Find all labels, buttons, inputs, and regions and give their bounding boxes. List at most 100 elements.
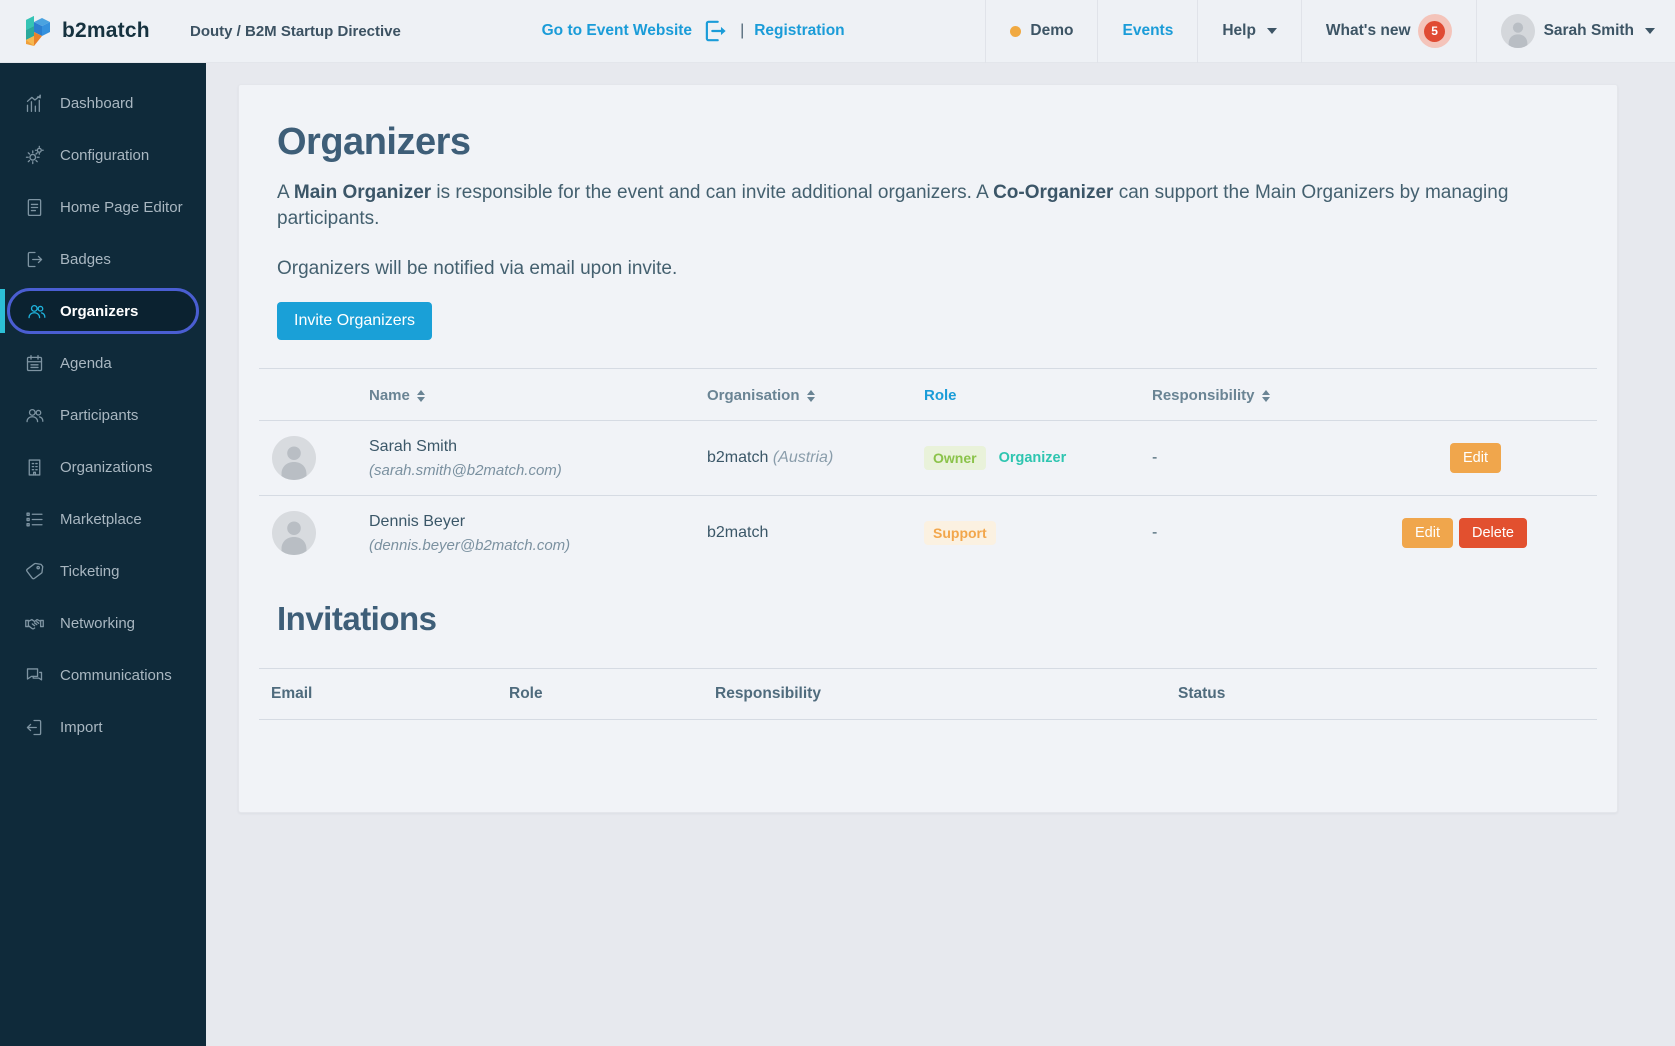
avatar [272,511,316,556]
sidebar-item-communications[interactable]: Communications [0,649,206,701]
go-to-event-website-link[interactable]: Go to Event Website [542,22,692,40]
sidebar-item-label: Ticketing [60,562,120,580]
column-header-status: Status [1178,685,1226,703]
name-cell: Sarah Smith (sarah.smith@b2match.com) [369,438,707,479]
sidebar-item-label: Communications [60,666,172,684]
sidebar-item-label: Networking [60,614,136,632]
responsibility-cell: - [1152,449,1158,467]
link-separator: | [740,22,745,39]
events-nav[interactable]: Events [1098,0,1197,62]
sort-icon [1261,389,1270,402]
column-header-email: Email [271,685,313,703]
people-icon [25,300,47,322]
sidebar-item-configuration[interactable]: Configuration [0,129,206,181]
bar-chart-icon [23,92,45,114]
top-header: b2match Douty / B2M Startup Directive Go… [0,0,1675,63]
sidebar-item-organizations[interactable]: Organizations [0,441,206,493]
sidebar-item-organizers[interactable]: Organizers [7,288,199,334]
help-menu[interactable]: Help [1198,0,1301,62]
invitations-title: Invitations [277,600,437,638]
organizer-role-label: Organizer [998,450,1067,467]
page-title: Organizers [277,121,471,163]
invitations-table: Email Role Responsibility Status [259,668,1597,721]
tag-icon [23,560,45,582]
sort-icon [416,389,425,402]
support-badge: Support [924,521,996,546]
badge-export-icon [23,248,45,270]
b2match-logo-icon [22,14,52,48]
breadcrumb: Douty / B2M Startup Directive [190,22,401,40]
row-avatar-cell [259,436,369,481]
column-header-role[interactable]: Role [924,387,1152,404]
organizer-email: (dennis.beyer@b2match.com) [369,536,571,554]
chevron-down-icon [1266,28,1277,34]
delete-button[interactable]: Delete [1459,518,1527,549]
sidebar-item-marketplace[interactable]: Marketplace [0,493,206,545]
people-icon [23,404,45,426]
whats-new-label: What's new [1325,22,1411,39]
organizer-name: Dennis Beyer [369,512,466,530]
role-cell: Support [924,521,1152,546]
owner-badge: Owner [924,446,986,471]
sidebar-item-networking[interactable]: Networking [0,597,206,649]
column-header-organisation[interactable]: Organisation [707,387,924,404]
sidebar-item-participants[interactable]: Participants [0,389,206,441]
organizer-email: (sarah.smith@b2match.com) [369,461,562,479]
invite-organizers-button[interactable]: Invite Organizers [277,302,432,341]
column-header-role: Role [509,685,543,703]
user-menu[interactable]: Sarah Smith [1477,0,1675,62]
external-link-icon [702,18,728,44]
avatar [272,436,316,481]
sort-icon [806,389,815,402]
sidebar-item-label: Dashboard [60,94,134,112]
notification-count-badge: 5 [1424,20,1446,42]
chevron-down-icon [1645,28,1656,34]
sidebar-item-home-page-editor[interactable]: Home Page Editor [0,181,206,233]
sidebar-item-agenda[interactable]: Agenda [0,337,206,389]
sidebar-item-label: Organizers [60,302,139,320]
organizers-table-header: Name Organisation Role Responsibility [259,368,1597,422]
organizer-name: Sarah Smith [369,437,458,455]
sidebar-item-badges[interactable]: Badges [0,233,206,285]
organizers-card: Organizers A Main Organizer is responsib… [238,84,1618,814]
import-icon [23,716,45,738]
gear-icon [23,144,45,166]
active-item-accent-bar [0,289,5,333]
whats-new-menu[interactable]: What's new 5 [1302,0,1476,62]
header-event-links: Go to Event Website | Registration [542,18,845,44]
sidebar-item-label: Marketplace [60,510,142,528]
name-cell: Dennis Beyer (dennis.beyer@b2match.com) [369,513,707,554]
demo-status-dot [1010,25,1022,37]
organisation-cell: b2match [707,524,769,542]
chat-icon [23,664,45,686]
sidebar-item-ticketing[interactable]: Ticketing [0,545,206,597]
column-header-responsibility: Responsibility [715,685,821,703]
sidebar-item-label: Organizations [60,458,153,476]
header-right-group: Demo Events Help What's new 5 Sarah Smit… [985,0,1675,63]
sidebar-active-wrap: Organizers [0,285,206,337]
sidebar-item-dashboard[interactable]: Dashboard [0,77,206,129]
organizers-description: A Main Organizer is responsible for the … [277,182,1509,230]
sidebar-item-label: Import [60,718,103,736]
column-header-name[interactable]: Name [369,387,707,404]
events-link[interactable]: Events [1122,22,1173,40]
sidebar-item-label: Configuration [60,146,150,164]
actions-cell: Edit Delete [1402,518,1623,549]
organisation-cell: b2match (Austria) [707,449,834,467]
calendar-icon [23,352,45,374]
sidebar-item-import[interactable]: Import [0,701,206,753]
role-cell: Owner Organizer [924,446,1152,471]
notification-badge-halo: 5 [1417,14,1452,48]
b2match-logo[interactable]: b2match [0,14,176,48]
sidebar-nav: Dashboard Configuration Home Page Editor… [0,63,206,1046]
document-icon [23,196,45,218]
invitations-table-header: Email Role Responsibility Status [259,668,1597,721]
edit-button[interactable]: Edit [1450,443,1501,474]
registration-link[interactable]: Registration [754,22,844,40]
demo-label: Demo [1030,22,1074,39]
logo-text: b2match [62,19,150,42]
sidebar-item-label: Badges [60,250,111,268]
table-row: Dennis Beyer (dennis.beyer@b2match.com) … [259,496,1597,570]
edit-button[interactable]: Edit [1402,518,1453,549]
column-header-responsibility[interactable]: Responsibility [1152,387,1402,404]
